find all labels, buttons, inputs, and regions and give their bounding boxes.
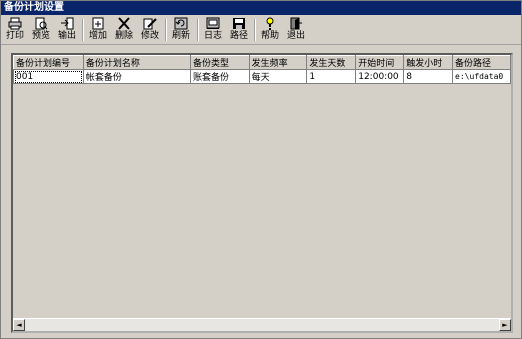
scroll-left-icon: ◄ (16, 321, 22, 329)
cell-backup-type[interactable]: 账套备份 (189, 69, 250, 84)
column-header-backup-type[interactable]: 备份类型 (189, 55, 250, 70)
exit-button[interactable]: 退出 (284, 17, 308, 43)
toolbar-separator (165, 19, 167, 41)
preview-button[interactable]: 预览 (29, 17, 53, 43)
preview-label: 预览 (31, 31, 50, 41)
column-header-days[interactable]: 发生天数 (306, 55, 357, 70)
toolbar-separator (82, 19, 84, 41)
scroll-left-button[interactable]: ◄ (13, 319, 25, 331)
cell-frequency[interactable]: 每天 (248, 69, 308, 84)
delete-button[interactable]: 删除 (112, 17, 136, 43)
edit-icon (143, 18, 157, 30)
column-header-trigger-hour[interactable]: 触发小时 (403, 55, 454, 70)
toolbar-separator (254, 19, 256, 41)
modify-label: 修改 (140, 31, 159, 41)
modify-button[interactable]: 修改 (138, 17, 162, 43)
cell-days[interactable]: 1 (306, 69, 357, 84)
toolbar-separator (197, 19, 199, 41)
table-row[interactable]: 001 帐套备份 账套备份 每天 1 12:00:00 8 e:\ufdata0 (13, 69, 511, 84)
help-label: 帮助 (260, 31, 279, 41)
column-header-frequency[interactable]: 发生频率 (248, 55, 308, 70)
backup-plan-grid[interactable]: 备份计划编号 备份计划名称 备份类型 发生频率 发生天数 开始时间 触发小时 备… (11, 53, 513, 333)
grid-header-row: 备份计划编号 备份计划名称 备份类型 发生频率 发生天数 开始时间 触发小时 备… (13, 55, 511, 70)
print-button[interactable]: 打印 (3, 17, 27, 43)
column-header-start-time[interactable]: 开始时间 (355, 55, 405, 70)
log-button[interactable]: 日志 (201, 17, 225, 43)
column-header-plan-name[interactable]: 备份计划名称 (82, 55, 191, 70)
help-button[interactable]: 帮助 (258, 17, 282, 43)
log-label: 日志 (203, 31, 222, 41)
exit-label: 退出 (286, 31, 305, 41)
log-icon (206, 17, 220, 29)
cell-plan-id[interactable]: 001 (13, 69, 84, 84)
add-label: 增加 (88, 31, 107, 41)
scroll-right-icon: ► (502, 321, 508, 329)
export-icon (61, 17, 74, 30)
save-disk-icon (233, 18, 245, 29)
cell-trigger-hour[interactable]: 8 (403, 69, 454, 84)
export-label: 输出 (57, 31, 76, 41)
add-icon (92, 17, 104, 30)
cell-start-time[interactable]: 12:00:00 (355, 69, 405, 84)
backup-plan-table: 备份计划编号 备份计划名称 备份类型 发生频率 发生天数 开始时间 触发小时 备… (13, 55, 511, 84)
print-label: 打印 (5, 31, 24, 41)
scroll-right-button[interactable]: ► (499, 319, 511, 331)
horizontal-scrollbar[interactable]: ◄ ► (13, 318, 511, 331)
toolbar: 打印 预览 输出 增加 删除 修改 刷新 日志 路径 帮助 退出 (1, 15, 521, 45)
help-icon (266, 17, 274, 30)
refresh-label: 刷新 (171, 31, 190, 41)
preview-icon (35, 17, 48, 30)
add-button[interactable]: 增加 (86, 17, 110, 43)
delete-icon (118, 17, 130, 30)
column-header-backup-path[interactable]: 备份路径 (452, 55, 511, 70)
export-button[interactable]: 输出 (55, 17, 79, 43)
column-header-plan-id[interactable]: 备份计划编号 (13, 55, 84, 70)
printer-icon (8, 17, 22, 30)
title-bar: 备份计划设置 (1, 1, 521, 15)
backup-plan-window: 备份计划设置 打印 预览 输出 增加 删除 修改 刷新 日志 路径 帮助 退出 … (0, 0, 522, 339)
exit-door-icon (290, 17, 302, 30)
path-label: 路径 (229, 31, 248, 41)
cell-plan-name[interactable]: 帐套备份 (82, 69, 191, 84)
path-button[interactable]: 路径 (227, 17, 251, 43)
delete-label: 删除 (114, 31, 133, 41)
refresh-button[interactable]: 刷新 (169, 17, 193, 43)
refresh-icon (174, 17, 188, 30)
cell-backup-path[interactable]: e:\ufdata0 (452, 69, 511, 84)
